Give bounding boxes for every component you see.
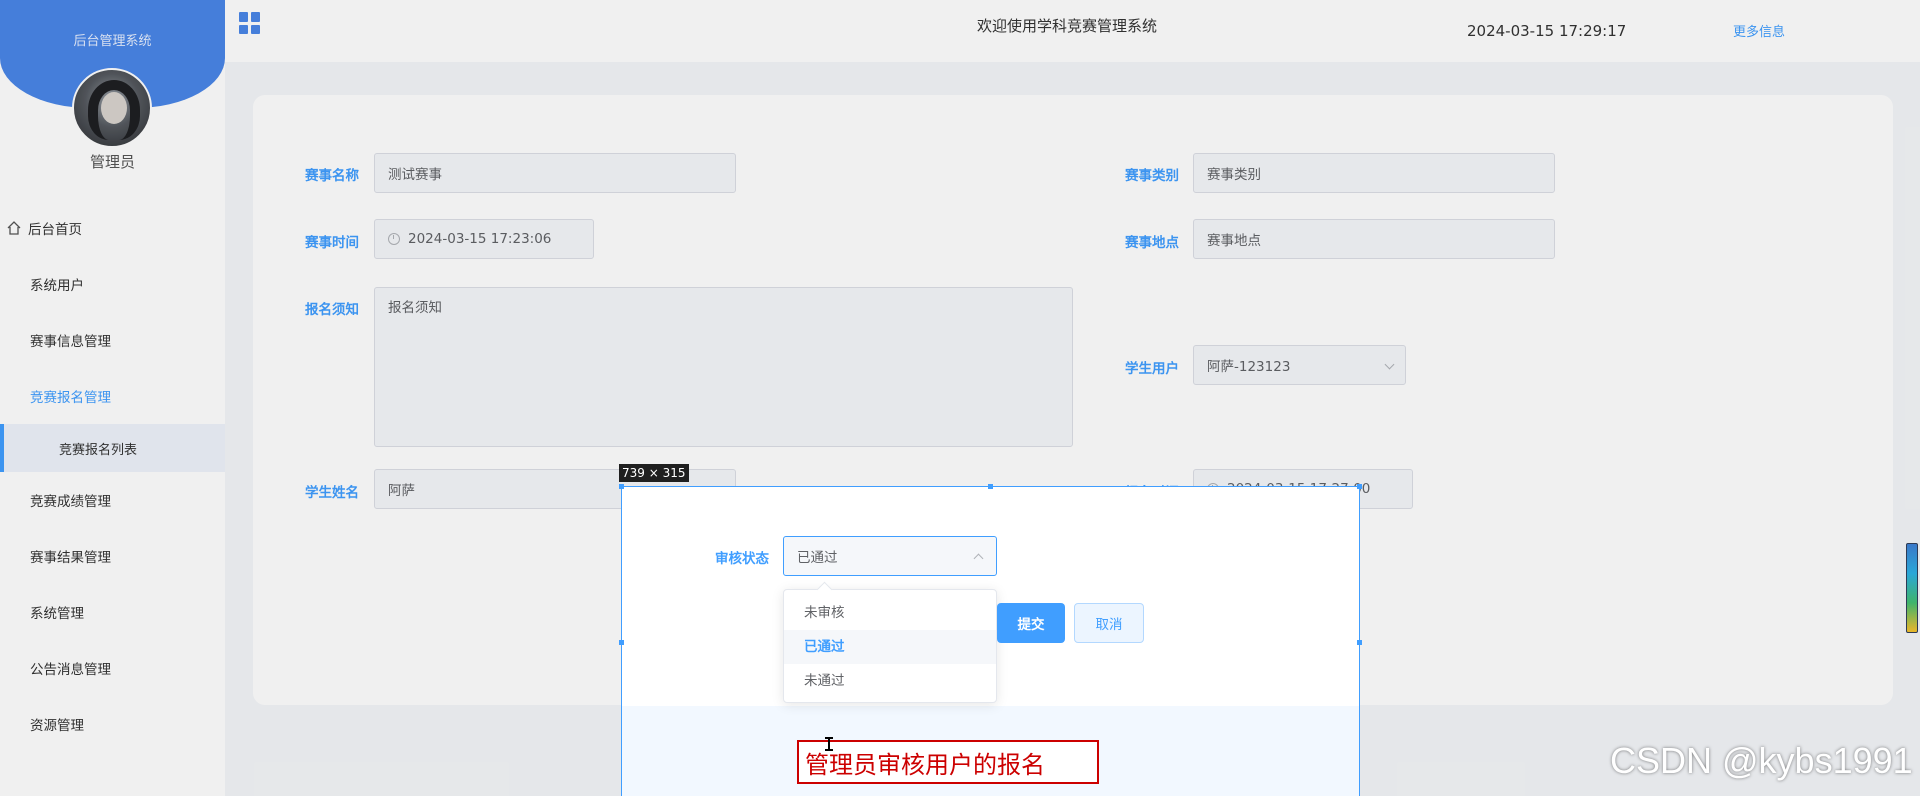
- audit-status-value: 已通过: [797, 550, 838, 566]
- status-option-approved[interactable]: 已通过: [784, 630, 996, 664]
- audit-status-dropdown: 未审核 已通过 未通过: [783, 589, 997, 703]
- resize-handle[interactable]: [1357, 484, 1362, 489]
- resize-handle[interactable]: [988, 484, 993, 489]
- floating-widget[interactable]: [1906, 543, 1918, 633]
- selection-size-tag: 739 × 315: [619, 464, 689, 482]
- cancel-button[interactable]: 取消: [1074, 603, 1144, 643]
- status-option-pending[interactable]: 未审核: [784, 596, 996, 630]
- annotation-caption: 管理员审核用户的报名: [797, 740, 1099, 784]
- text-cursor-icon: [825, 737, 833, 751]
- submit-button[interactable]: 提交: [997, 603, 1065, 643]
- watermark: CSDN @kybs1991: [1610, 740, 1913, 781]
- chevron-up-icon: [973, 553, 984, 564]
- audit-status-label: 审核状态: [715, 551, 769, 567]
- audit-status-select[interactable]: 已通过: [783, 536, 997, 576]
- resize-handle[interactable]: [1357, 640, 1362, 645]
- resize-handle[interactable]: [619, 484, 624, 489]
- status-option-rejected[interactable]: 未通过: [784, 664, 996, 698]
- resize-handle[interactable]: [619, 640, 624, 645]
